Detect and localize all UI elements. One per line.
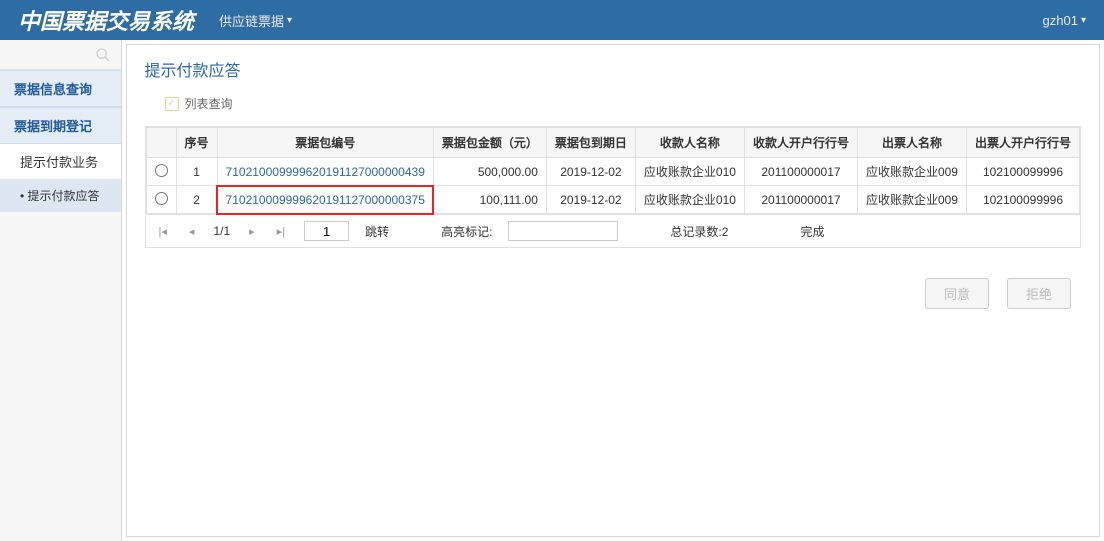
- nav-sub-prompt-payment-reply[interactable]: • 提示付款应答: [0, 179, 121, 212]
- cell-index: 1: [176, 158, 217, 186]
- cell-drawer-bank: 102100099996: [966, 186, 1079, 214]
- cell-payee-bank: 201100000017: [744, 158, 857, 186]
- action-bar: 同意 拒绝: [145, 278, 1081, 309]
- cell-amount: 100,111.00: [433, 186, 546, 214]
- col-drawer-bank: 出票人开户行行号: [966, 128, 1079, 158]
- highlight-label: 高亮标记:: [441, 223, 492, 240]
- pager-status: 完成: [800, 223, 824, 240]
- check-icon: ✓: [165, 97, 179, 111]
- agree-button[interactable]: 同意: [925, 278, 989, 309]
- topbar-menu[interactable]: 供应链票据 ▾: [219, 11, 292, 30]
- main-panel: 提示付款应答 ✓ 列表查询 序号 票据包编号 票据包金额（元） 票据包到期日 收…: [126, 44, 1100, 537]
- table-header-row: 序号 票据包编号 票据包金额（元） 票据包到期日 收款人名称 收款人开户行行号 …: [146, 128, 1079, 158]
- nav-block-bill-due[interactable]: 票据到期登记: [0, 107, 121, 144]
- nav-sub-prompt-payment[interactable]: 提示付款业务: [0, 144, 121, 179]
- table-row[interactable]: 1 710210009999620191127000000439 500,000…: [146, 158, 1079, 186]
- chevron-down-icon: ▾: [1081, 15, 1086, 26]
- col-payee-bank: 收款人开户行行号: [744, 128, 857, 158]
- reject-button[interactable]: 拒绝: [1007, 278, 1071, 309]
- sidebar-search[interactable]: [0, 40, 121, 70]
- cell-due: 2019-12-02: [546, 158, 635, 186]
- pager: |◂ ◂ 1/1 ▸ ▸| 跳转 高亮标记: 总记录数:2 完成: [145, 215, 1081, 248]
- cell-drawer: 应收账款企业009: [857, 158, 966, 186]
- pager-last-icon[interactable]: ▸|: [274, 225, 288, 238]
- cell-amount: 500,000.00: [433, 158, 546, 186]
- table-row[interactable]: 2 710210009999620191127000000375 100,111…: [146, 186, 1079, 214]
- row-radio[interactable]: [155, 164, 168, 177]
- col-due: 票据包到期日: [546, 128, 635, 158]
- row-radio[interactable]: [155, 192, 168, 205]
- col-index: 序号: [176, 128, 217, 158]
- cell-bill-no[interactable]: 710210009999620191127000000375: [217, 186, 433, 214]
- pager-goto-label[interactable]: 跳转: [365, 223, 389, 240]
- pager-goto-input[interactable]: [304, 221, 349, 241]
- cell-payee-bank: 201100000017: [744, 186, 857, 214]
- pager-next-icon[interactable]: ▸: [246, 225, 258, 238]
- pager-first-icon[interactable]: |◂: [156, 225, 170, 238]
- cell-due: 2019-12-02: [546, 186, 635, 214]
- highlight-input[interactable]: [508, 221, 618, 241]
- grid: 序号 票据包编号 票据包金额（元） 票据包到期日 收款人名称 收款人开户行行号 …: [145, 126, 1081, 215]
- topbar-user[interactable]: gzh01 ▾: [1043, 13, 1086, 28]
- topbar: 中国票据交易系统 供应链票据 ▾ gzh01 ▾: [0, 0, 1104, 40]
- cell-drawer-bank: 102100099996: [966, 158, 1079, 186]
- chevron-down-icon: ▾: [287, 15, 292, 26]
- col-amount: 票据包金额（元）: [433, 128, 546, 158]
- col-payee: 收款人名称: [635, 128, 744, 158]
- cell-drawer: 应收账款企业009: [857, 186, 966, 214]
- page-title: 提示付款应答: [145, 57, 1081, 81]
- cell-bill-no[interactable]: 710210009999620191127000000439: [217, 158, 433, 186]
- nav-block-bill-info[interactable]: 票据信息查询: [0, 70, 121, 107]
- pager-page: 1/1: [213, 224, 230, 238]
- app-title: 中国票据交易系统: [18, 4, 194, 36]
- pager-total: 总记录数:2: [670, 223, 728, 240]
- cell-payee: 应收账款企业010: [635, 186, 744, 214]
- pager-prev-icon[interactable]: ◂: [186, 225, 198, 238]
- cell-payee: 应收账款企业010: [635, 158, 744, 186]
- cell-index: 2: [176, 186, 217, 214]
- col-bill-no: 票据包编号: [217, 128, 433, 158]
- col-select: [146, 128, 176, 158]
- sidebar: 票据信息查询 票据到期登记 提示付款业务 • 提示付款应答: [0, 40, 122, 541]
- col-drawer: 出票人名称: [857, 128, 966, 158]
- search-icon: [95, 47, 111, 63]
- fieldset-label: ✓ 列表查询: [145, 95, 1081, 112]
